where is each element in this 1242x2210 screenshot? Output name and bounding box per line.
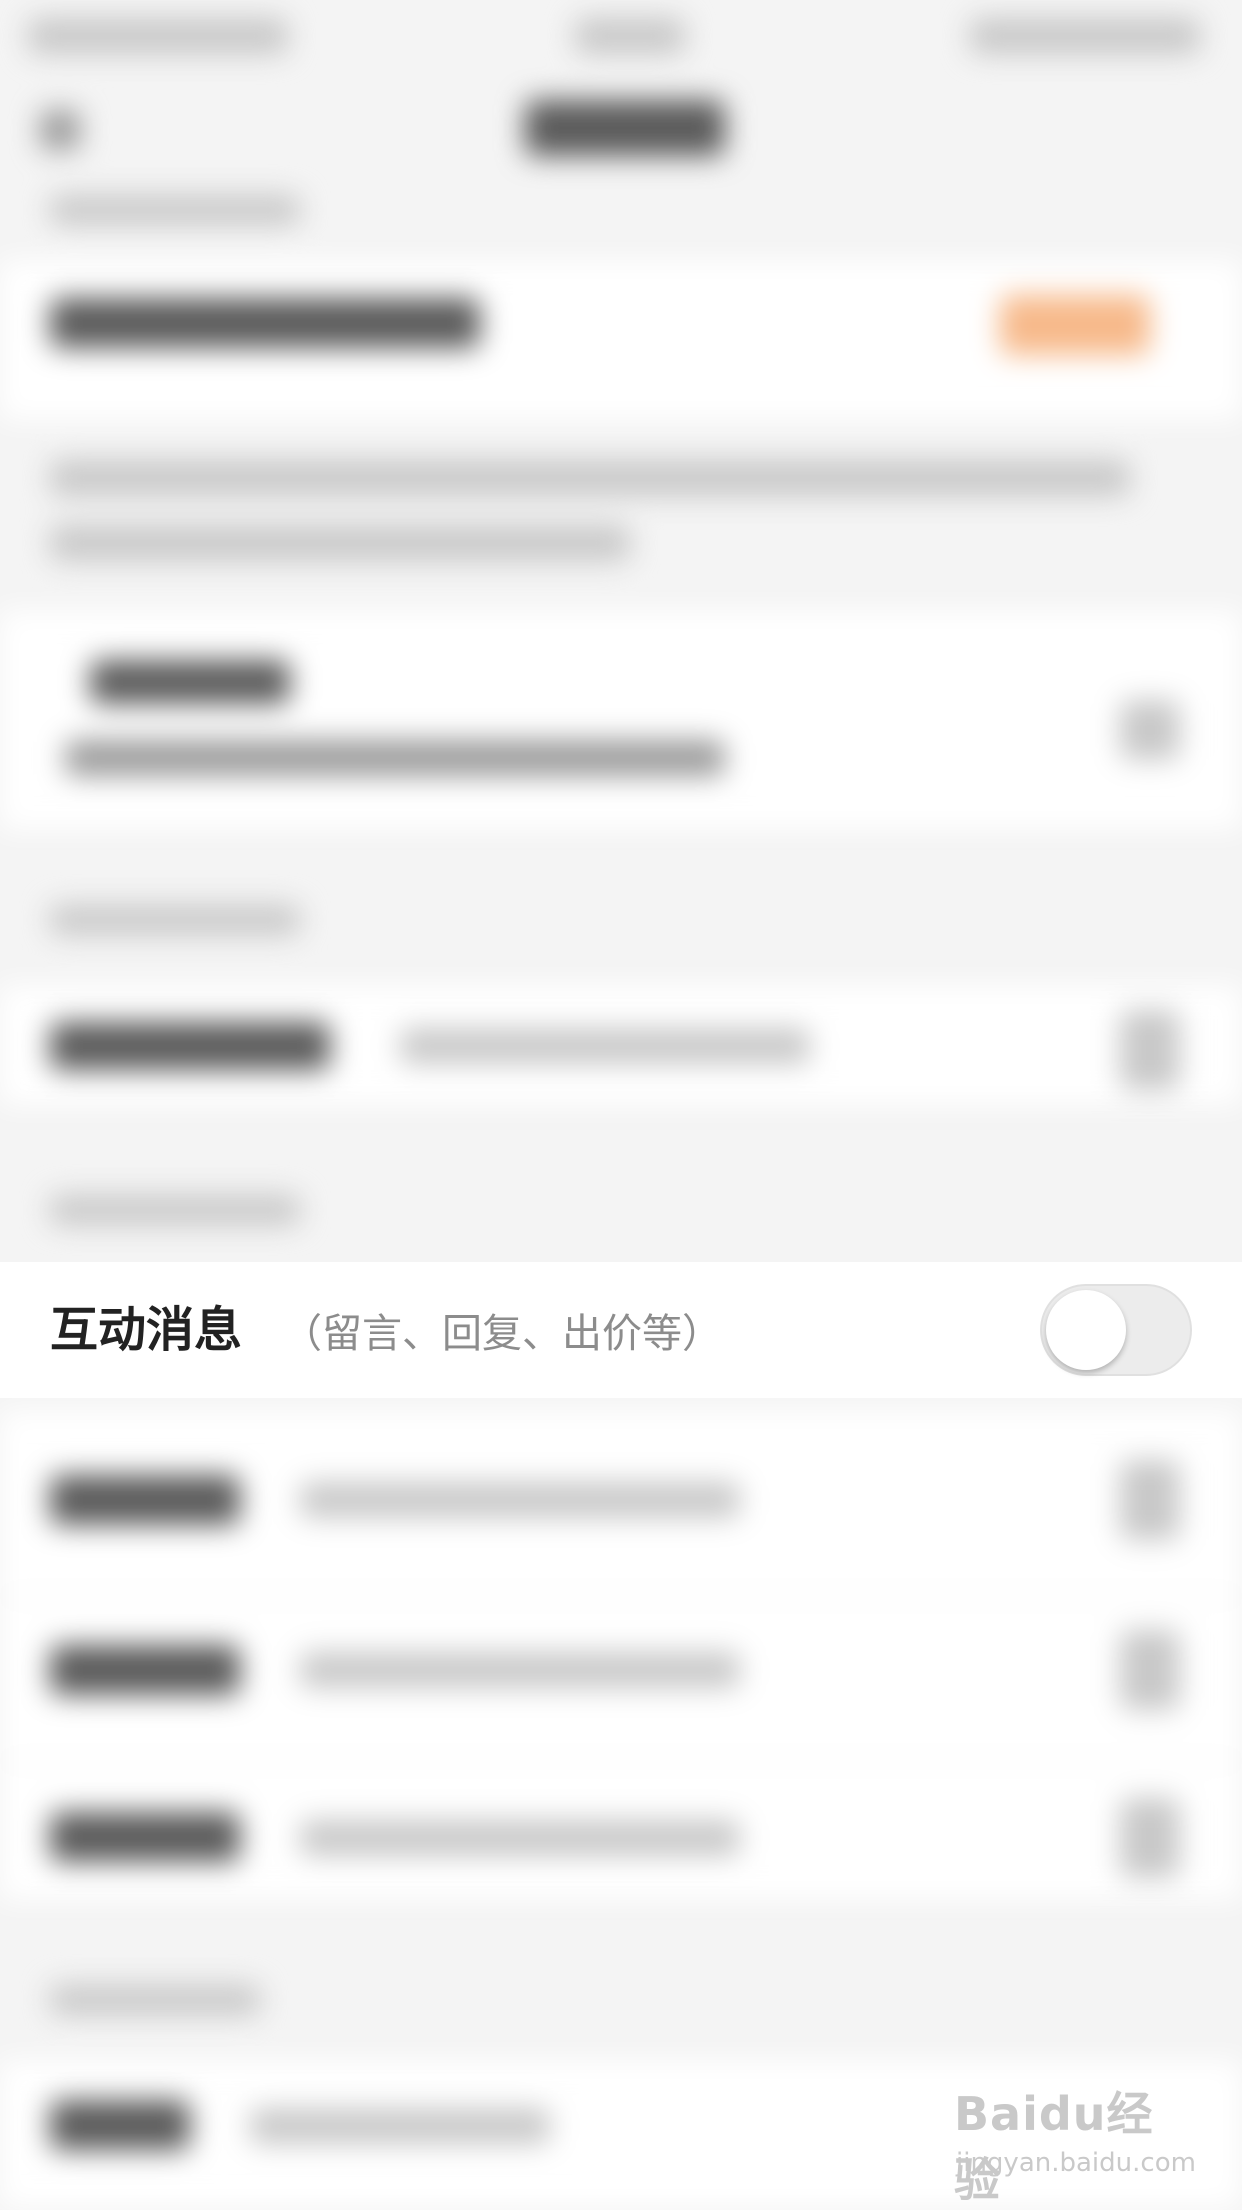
row-subtitle bbox=[400, 1028, 810, 1064]
section-2 bbox=[0, 610, 1242, 830]
notice-line bbox=[50, 525, 630, 561]
chevron-right-icon bbox=[1120, 700, 1180, 760]
divider bbox=[0, 1595, 1242, 1597]
row-title bbox=[50, 1022, 330, 1070]
row-subtitle bbox=[65, 740, 725, 776]
row-subtitle bbox=[300, 1652, 740, 1688]
row-title bbox=[90, 660, 290, 704]
watermark-logo: Baidu经验 bbox=[954, 2087, 1154, 2207]
row-title bbox=[50, 298, 480, 348]
section-header bbox=[50, 905, 300, 935]
toggle-switch[interactable] bbox=[1120, 1460, 1180, 1540]
status-bar-right bbox=[970, 18, 1200, 54]
status-bar-left bbox=[28, 18, 288, 54]
baidu-jingyan-watermark: Baidu经验 jingyan.baidu.com bbox=[950, 2078, 1196, 2207]
section-header bbox=[50, 195, 300, 225]
row-subtitle bbox=[300, 1820, 740, 1856]
action-button[interactable] bbox=[1000, 295, 1150, 355]
nav-title bbox=[525, 100, 725, 156]
toggle-knob bbox=[1046, 1290, 1126, 1370]
row-title bbox=[50, 1812, 240, 1862]
notice-line bbox=[50, 460, 1130, 496]
status-bar-time bbox=[575, 18, 685, 54]
interaction-message-description: （留言、回复、出价等） bbox=[282, 1311, 722, 1357]
interaction-message-row: 互动消息 （留言、回复、出价等） bbox=[0, 1262, 1242, 1398]
row-title bbox=[50, 2100, 190, 2150]
toggle-switch[interactable] bbox=[1120, 1630, 1180, 1710]
interaction-message-toggle[interactable] bbox=[1040, 1284, 1192, 1376]
toggle-switch[interactable] bbox=[1120, 1010, 1180, 1090]
back-icon[interactable] bbox=[40, 110, 80, 150]
section-header bbox=[50, 1195, 300, 1225]
row-subtitle bbox=[250, 2108, 550, 2144]
interaction-message-title: 互动消息 bbox=[50, 1302, 243, 1358]
section-header bbox=[50, 1985, 260, 2015]
toggle-switch[interactable] bbox=[1120, 1798, 1180, 1878]
row-title bbox=[50, 1475, 240, 1525]
blurred-background bbox=[0, 0, 1242, 2208]
row-title bbox=[50, 1645, 240, 1695]
divider bbox=[0, 1760, 1242, 1762]
row-subtitle bbox=[300, 1482, 740, 1518]
watermark-url: jingyan.baidu.com bbox=[956, 2148, 1196, 2178]
